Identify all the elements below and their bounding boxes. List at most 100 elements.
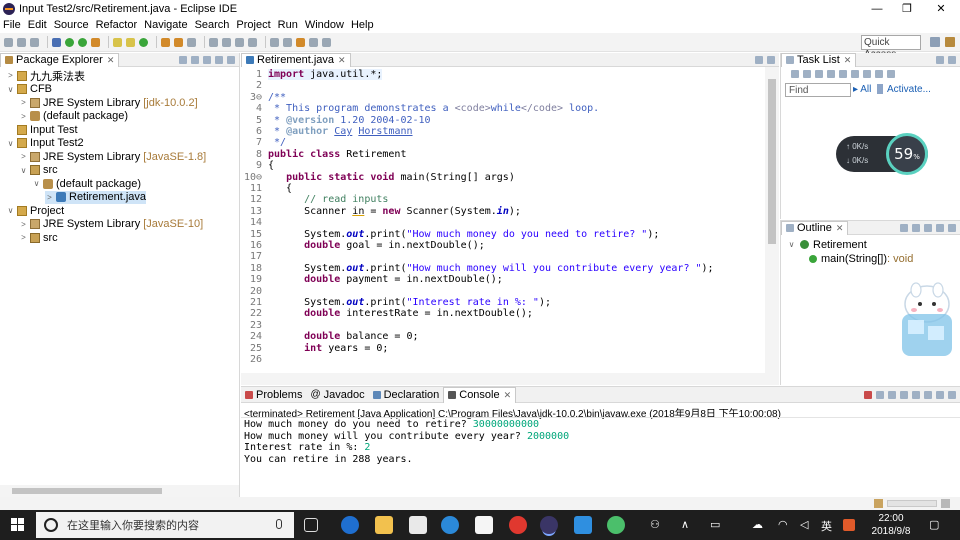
tree-item[interactable]: > src: [19, 231, 58, 244]
tree-item[interactable]: ∨ CFB: [6, 83, 52, 96]
prev-annotation-icon[interactable]: [283, 37, 292, 47]
scrollbar-thumb[interactable]: [768, 79, 776, 244]
minimize-view-icon[interactable]: [215, 55, 223, 64]
activate-link[interactable]: Activate...: [887, 84, 931, 95]
expand-toggle[interactable]: >: [6, 71, 15, 80]
task-view-icon[interactable]: [304, 518, 318, 532]
code-line[interactable]: System.out.print("How much money do you …: [268, 229, 659, 240]
tree-item[interactable]: > JRE System Library [jdk-10.0.2]: [19, 96, 197, 109]
code-line[interactable]: {: [268, 160, 274, 171]
close-tab-icon[interactable]: ✕: [504, 390, 512, 401]
view-menu-icon[interactable]: [948, 223, 956, 232]
code-line[interactable]: public static void main(String[] args): [268, 172, 515, 183]
code-line[interactable]: public class Retirement: [268, 149, 406, 160]
link-editor-icon[interactable]: [191, 55, 199, 64]
open-console-icon[interactable]: [936, 390, 944, 399]
external-tools-icon[interactable]: [91, 37, 100, 47]
expand-toggle[interactable]: ∨: [6, 206, 15, 215]
menu-edit[interactable]: Edit: [28, 19, 47, 31]
run-icon[interactable]: [65, 37, 74, 47]
expand-toggle[interactable]: >: [45, 193, 54, 202]
save-icon[interactable]: [17, 37, 26, 47]
java-perspective-icon[interactable]: [945, 37, 955, 47]
store-icon[interactable]: [409, 516, 427, 534]
new-icon[interactable]: [4, 37, 13, 47]
code-line[interactable]: Scanner in = new Scanner(System.in);: [268, 206, 521, 217]
code-line[interactable]: */: [268, 137, 286, 148]
tray-expand-icon[interactable]: ∧: [681, 518, 689, 531]
block-select-icon[interactable]: [235, 37, 244, 47]
outline-class-node[interactable]: ∨ Retirement: [787, 238, 867, 251]
code-area[interactable]: import java.util.*; /** * This program de…: [265, 67, 763, 373]
menu-search[interactable]: Search: [195, 19, 230, 31]
expand-all-icon[interactable]: [875, 70, 883, 78]
mail-icon[interactable]: [475, 516, 493, 534]
annotation-icon[interactable]: [209, 37, 218, 47]
tree-item[interactable]: ∨ src: [19, 164, 58, 177]
tree-item[interactable]: > JRE System Library [JavaSE-1.8]: [19, 150, 206, 163]
taskbar-search[interactable]: 在这里输入你要搜索的内容: [36, 512, 294, 538]
tree-item[interactable]: > (default package): [19, 110, 128, 123]
scheduled-icon[interactable]: [815, 70, 823, 78]
new-task-icon[interactable]: [791, 70, 799, 78]
tab-problems[interactable]: Problems: [241, 387, 306, 403]
app-icon[interactable]: [607, 516, 625, 534]
sogou-browser-icon[interactable]: [441, 516, 459, 534]
close-tab-icon[interactable]: ✕: [844, 55, 852, 66]
next-annotation-icon[interactable]: [270, 37, 279, 47]
expand-toggle[interactable]: ∨: [6, 139, 15, 148]
code-line[interactable]: double interestRate = in.nextDouble();: [268, 308, 533, 319]
open-task-icon[interactable]: [174, 37, 183, 47]
back-icon[interactable]: [309, 37, 318, 47]
expand-toggle[interactable]: ∨: [787, 240, 796, 249]
menu-refactor[interactable]: Refactor: [96, 19, 138, 31]
notification-icon[interactable]: ▢: [929, 518, 939, 531]
eclipse-taskbar-icon[interactable]: [540, 516, 558, 534]
expand-toggle[interactable]: >: [19, 233, 28, 242]
onedrive-icon[interactable]: ☁: [752, 518, 763, 531]
edge-icon[interactable]: [341, 516, 359, 534]
ime-indicator[interactable]: 英: [821, 518, 832, 534]
expand-toggle[interactable]: >: [19, 152, 28, 161]
all-link[interactable]: ▸ All: [853, 84, 871, 95]
last-edit-icon[interactable]: [296, 37, 305, 47]
hide-nonpublic-icon[interactable]: [936, 223, 944, 232]
scroll-lock-icon[interactable]: [900, 390, 908, 399]
progress-view-icon[interactable]: [941, 499, 950, 508]
menu-run[interactable]: Run: [278, 19, 298, 31]
categorized-icon[interactable]: [803, 70, 811, 78]
menu-project[interactable]: Project: [236, 19, 270, 31]
forward-icon[interactable]: [322, 37, 331, 47]
tab-console[interactable]: Console ✕: [443, 386, 517, 403]
sort-icon[interactable]: [900, 223, 908, 232]
tab-declaration[interactable]: Declaration: [369, 387, 444, 403]
code-line[interactable]: {: [268, 183, 292, 194]
expand-toggle[interactable]: >: [19, 98, 28, 107]
maximize-view-icon[interactable]: [767, 55, 775, 64]
code-line[interactable]: // read inputs: [268, 194, 388, 205]
volume-icon[interactable]: ◁: [800, 518, 808, 531]
save-all-icon[interactable]: [30, 37, 39, 47]
tree-item[interactable]: ∨ (default package): [32, 177, 141, 190]
expand-toggle[interactable]: >: [19, 112, 28, 121]
expand-toggle[interactable]: >: [19, 220, 28, 229]
scrollbar-thumb[interactable]: [12, 488, 162, 494]
sogou-ime-icon[interactable]: [843, 519, 855, 531]
microphone-icon[interactable]: [276, 519, 282, 529]
tree-item[interactable]: > Retirement.java: [45, 190, 147, 204]
maximize-view-icon[interactable]: [948, 55, 956, 64]
hide-static-icon[interactable]: [924, 223, 932, 232]
tab-outline[interactable]: Outline ✕: [781, 220, 849, 235]
menu-file[interactable]: File: [3, 19, 21, 31]
close-tab-icon[interactable]: ✕: [836, 223, 844, 234]
code-line[interactable]: System.out.print("Interest rate in %: ")…: [268, 297, 551, 308]
focus-icon[interactable]: [851, 70, 859, 78]
minimize-button[interactable]: —: [862, 0, 892, 17]
editor-vertical-scrollbar[interactable]: [765, 67, 779, 373]
close-tab-icon[interactable]: ✕: [338, 55, 346, 66]
hide-fields-icon[interactable]: [912, 223, 920, 232]
menu-source[interactable]: Source: [54, 19, 89, 31]
pin-console-icon[interactable]: [912, 390, 920, 399]
collapse-all-icon[interactable]: [179, 55, 187, 64]
code-line[interactable]: import java.util.*;: [268, 69, 383, 81]
